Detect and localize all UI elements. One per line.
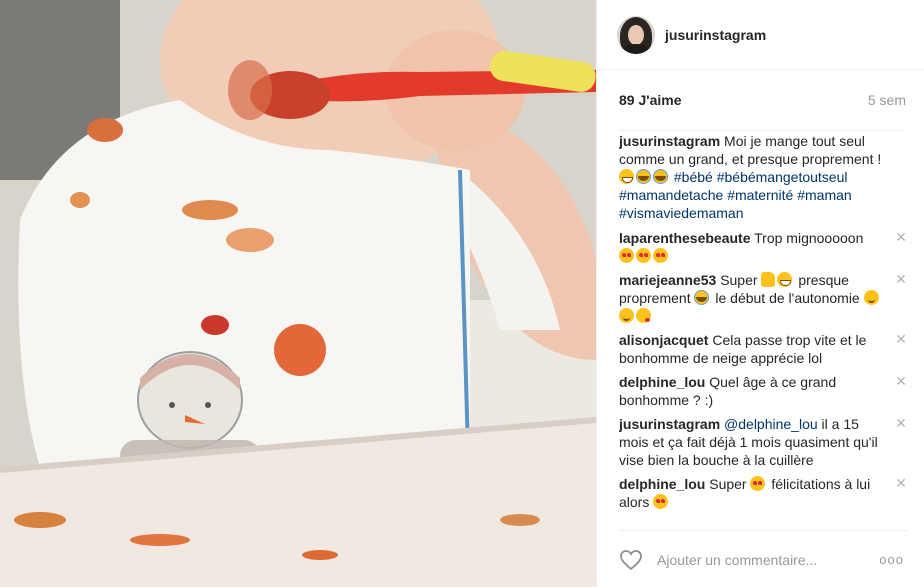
comment-item: laparenthesebeaute Trop mignooooon ✕ (619, 229, 908, 265)
post-meta: 89 J'aime 5 sem (619, 70, 906, 131)
comment-input[interactable] (655, 550, 880, 569)
hashtag[interactable]: #maman (797, 187, 851, 203)
likes-count[interactable]: 89 J'aime (619, 92, 682, 108)
post-header: jusurinstagram (597, 0, 924, 70)
comments-list[interactable]: jusurinstagram Moi je mange tout seul co… (619, 132, 908, 530)
heart-eyes-emoji-icon (636, 248, 651, 263)
post-side-panel: jusurinstagram 89 J'aime 5 sem jusurinst… (596, 0, 924, 587)
caption-username[interactable]: jusurinstagram (619, 133, 720, 149)
comment-username[interactable]: mariejeanne53 (619, 272, 716, 288)
tears-of-joy-emoji-icon (694, 290, 710, 305)
heart-eyes-emoji-icon (653, 494, 669, 509)
comment-username[interactable]: laparenthesebeaute (619, 230, 751, 246)
kiss-emoji-icon (636, 308, 651, 323)
wink-emoji-icon (863, 290, 879, 305)
laughing-emoji-icon (653, 169, 668, 184)
comment-text: Trop mignooooon (754, 230, 864, 246)
hashtag[interactable]: #bébémangetoutseul (717, 169, 848, 185)
comment-username[interactable]: alisonjacquet (619, 332, 708, 348)
post-username[interactable]: jusurinstagram (665, 27, 766, 43)
close-icon[interactable]: ✕ (894, 230, 908, 244)
comment-item: alisonjacquet Cela passe trop vite et le… (619, 331, 908, 367)
close-icon[interactable]: ✕ (894, 332, 908, 346)
thumbs-up-emoji-icon (761, 272, 776, 287)
close-icon[interactable]: ✕ (894, 476, 908, 490)
comment-item: mariejeanne53 Super presque proprement l… (619, 271, 908, 325)
baby-eating-photo (0, 0, 596, 587)
grin-emoji-icon (777, 272, 793, 287)
avatar[interactable] (617, 15, 655, 54)
heart-eyes-emoji-icon (619, 248, 634, 263)
heart-eyes-emoji-icon (653, 248, 668, 263)
caption: jusurinstagram Moi je mange tout seul co… (619, 132, 908, 222)
comment-text: le début de l'autonomie (715, 290, 860, 306)
post-photo[interactable] (0, 0, 596, 587)
hashtag[interactable]: #mamandetache (619, 187, 723, 203)
comment-footer: ooo (619, 530, 908, 588)
grin-emoji-icon (619, 169, 634, 184)
post-age[interactable]: 5 sem (868, 92, 906, 108)
instagram-post: jusurinstagram 89 J'aime 5 sem jusurinst… (0, 0, 924, 587)
hashtag[interactable]: #maternité (727, 187, 793, 203)
comment-username[interactable]: jusurinstagram (619, 416, 720, 432)
wink-emoji-icon (619, 308, 634, 323)
comment-username[interactable]: delphine_lou (619, 476, 705, 492)
comment-item: delphine_lou Quel âge à ce grand bonhomm… (619, 373, 908, 409)
heart-eyes-emoji-icon (750, 476, 766, 491)
hashtag[interactable]: #vismaviedemaman (619, 205, 744, 221)
grimace-emoji-icon (636, 169, 651, 184)
comment-item: delphine_lou Super félicitations à lui a… (619, 475, 908, 511)
more-options-icon[interactable]: ooo (879, 552, 904, 567)
comment-username[interactable]: delphine_lou (619, 374, 705, 390)
comment-item: jusurinstagram @delphine_lou il a 15 moi… (619, 415, 908, 469)
comment-mention[interactable]: @delphine_lou (724, 416, 818, 432)
hashtag[interactable]: #bébé (674, 169, 713, 185)
comment-text: Super (709, 476, 747, 492)
heart-icon[interactable] (619, 549, 643, 571)
close-icon[interactable]: ✕ (894, 374, 908, 388)
close-icon[interactable]: ✕ (894, 272, 908, 286)
close-icon[interactable]: ✕ (894, 416, 908, 430)
comment-text: Super (720, 272, 758, 288)
